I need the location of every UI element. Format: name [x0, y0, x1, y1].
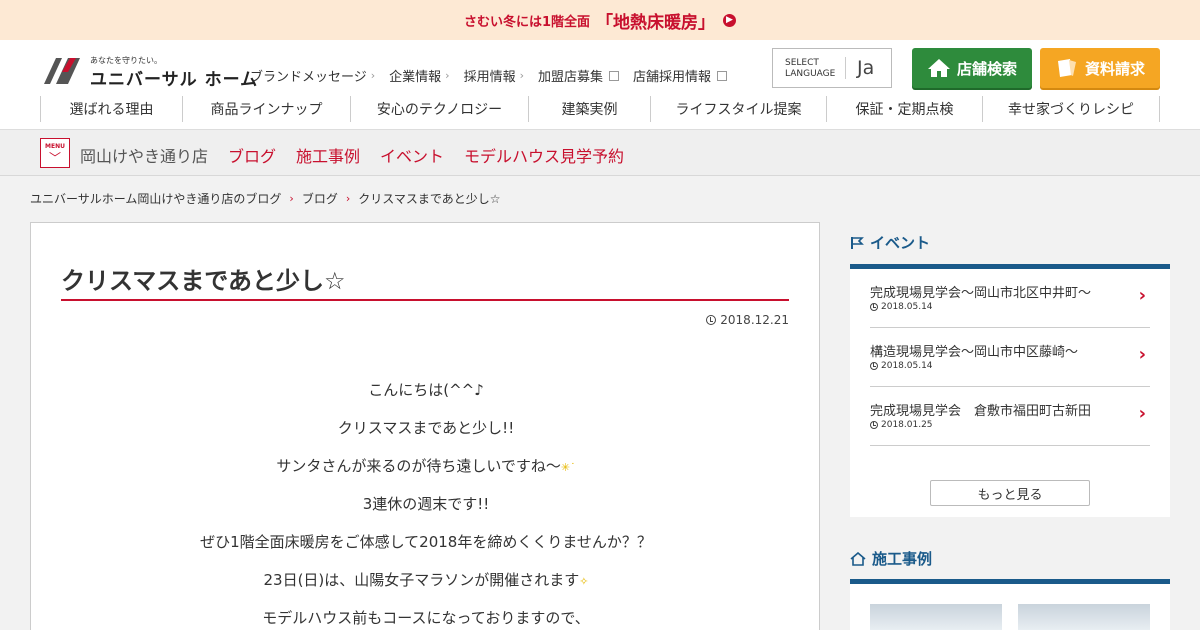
clock-icon	[870, 421, 878, 429]
store-bar: MENU ﹀ 岡山けやき通り店 ブログ 施工事例 イベント モデルハウス見学予約	[0, 130, 1200, 176]
breadcrumb: ユニバーサルホーム岡山けやき通り店のブログ › ブログ › クリスマスまであと少…	[30, 190, 501, 207]
site-header: あなたを守りたい。 ユニバーサル ホーム ブランドメッセージ › 企業情報 › 採用…	[0, 40, 1200, 130]
language-select[interactable]: SELECT LANGUAGE Ja	[772, 48, 892, 88]
works-heading: 施工事例	[850, 548, 932, 569]
mainnav-recipe[interactable]: 幸せ家づくりレシピ	[982, 96, 1160, 122]
mainnav-warranty[interactable]: 保証・定期点検	[826, 96, 982, 122]
mainnav-reasons[interactable]: 選ばれる理由	[40, 96, 182, 122]
store-link-blog[interactable]: ブログ	[228, 143, 276, 167]
article-date: 2018.12.21	[706, 313, 789, 327]
banner-prefix: さむい冬には1階全面	[463, 14, 591, 30]
store-link-works[interactable]: 施工事例	[296, 143, 360, 167]
promo-banner[interactable]: さむい冬には1階全面 「地熱床暖房」 ▶	[0, 0, 1200, 40]
sparkle-icon: ✧	[579, 575, 589, 588]
events-list: 完成現場見学会～岡山市北区中井町～ 2018.05.14 › 構造現場見学会～岡…	[850, 269, 1170, 517]
language-value: Ja	[857, 57, 875, 79]
article-line: モデルハウス前もコースになっておりますので、	[262, 609, 590, 627]
chevron-right-icon: ›	[1138, 285, 1146, 306]
utility-nav: ブランドメッセージ › 企業情報 › 採用情報 › 加盟店募集 店舗採用情報	[250, 66, 741, 85]
store-search-button[interactable]: 店舗検索	[912, 48, 1032, 88]
logo-mark-icon	[44, 58, 80, 84]
external-link-icon	[609, 70, 620, 81]
clock-icon	[870, 362, 878, 370]
chevron-right-icon: ›	[445, 69, 450, 82]
store-menu-button[interactable]: MENU ﹀	[40, 138, 70, 168]
events-heading: イベント	[850, 232, 930, 253]
article-line: クリスマスまであと少し!!	[337, 419, 515, 437]
chevron-right-icon: ›	[345, 192, 351, 205]
store-links: ブログ 施工事例 イベント モデルハウス見学予約	[228, 143, 624, 167]
chevron-right-icon: ›	[519, 69, 524, 82]
article-body: こんにちは(^^♪ クリスマスまであと少し!! サンタさんが来るのが待ち遠しいで…	[31, 379, 821, 630]
event-item[interactable]: 完成現場見学会～岡山市北区中井町～ 2018.05.14 ›	[870, 269, 1150, 328]
title-divider	[61, 299, 789, 301]
language-label: SELECT LANGUAGE	[785, 58, 836, 79]
chevron-right-icon: ›	[1138, 344, 1146, 365]
work-thumbnail[interactable]	[870, 604, 1002, 630]
house-icon	[927, 59, 950, 77]
document-icon	[1057, 59, 1076, 77]
nav-company[interactable]: 企業情報 ›	[389, 66, 449, 85]
event-item[interactable]: 完成現場見学会 倉敷市福田町古新田 2018.01.25 ›	[870, 387, 1150, 446]
breadcrumb-blog[interactable]: ブログ	[302, 190, 338, 207]
nav-recruit[interactable]: 採用情報 ›	[464, 66, 524, 85]
chevron-right-circle-icon: ▶	[723, 13, 737, 27]
clock-icon	[706, 315, 717, 325]
nav-store-recruit[interactable]: 店舗採用情報	[633, 66, 728, 85]
more-events-button[interactable]: もっと見る	[930, 480, 1090, 506]
event-item[interactable]: 構造現場見学会～岡山市中区藤崎～ 2018.05.14 ›	[870, 328, 1150, 387]
chevron-right-icon: ›	[370, 69, 376, 82]
article-line: 23日(日)は、山陽女子マラソンが開催されます✧	[263, 571, 589, 589]
article-line: ぜひ1階全面床暖房をご体感して2018年を締めくくりませんか？？	[200, 533, 652, 551]
mainnav-examples[interactable]: 建築実例	[528, 96, 650, 122]
external-link-icon	[717, 70, 728, 81]
store-name[interactable]: 岡山けやき通り店	[80, 143, 208, 167]
article-line: 3連休の週末です!!	[362, 495, 490, 513]
banner-highlight: 「地熱床暖房」	[596, 12, 716, 33]
article-line: こんにちは(^^♪	[368, 381, 484, 399]
main-nav: 選ばれる理由 商品ラインナップ 安心のテクノロジー 建築実例 ライフスタイル提案…	[40, 96, 1160, 122]
nav-franchise[interactable]: 加盟店募集	[538, 66, 620, 85]
request-docs-button[interactable]: 資料請求	[1040, 48, 1160, 88]
store-link-model-house[interactable]: モデルハウス見学予約	[464, 143, 624, 167]
flag-icon	[851, 236, 864, 249]
sparkle-icon: ✳︎˙	[560, 461, 576, 474]
logo-name: ユニバーサル ホーム	[90, 70, 259, 90]
store-link-events[interactable]: イベント	[380, 143, 444, 167]
house-outline-icon	[850, 551, 866, 566]
breadcrumb-current: クリスマスまであと少し☆	[358, 192, 501, 206]
nav-brand-message[interactable]: ブランドメッセージ ›	[250, 66, 375, 85]
breadcrumb-store-blog[interactable]: ユニバーサルホーム岡山けやき通り店のブログ	[30, 190, 281, 207]
language-divider	[845, 57, 846, 79]
work-thumbnail[interactable]	[1018, 604, 1150, 630]
chevron-down-icon: ﹀	[48, 151, 61, 165]
article-line: サンタさんが来るのが待ち遠しいですね～✳︎˙	[276, 457, 576, 475]
chevron-right-icon: ›	[289, 192, 294, 205]
mainnav-lineup[interactable]: 商品ラインナップ	[182, 96, 350, 122]
clock-icon	[870, 303, 878, 311]
mainnav-lifestyle[interactable]: ライフスタイル提案	[650, 96, 826, 122]
chevron-right-icon: ›	[1138, 403, 1146, 424]
blog-article: クリスマスまであと少し☆ 2018.12.21 こんにちは(^^♪ クリスマスま…	[30, 222, 820, 630]
site-logo[interactable]: あなたを守りたい。 ユニバーサル ホーム	[40, 54, 257, 90]
mainnav-technology[interactable]: 安心のテクノロジー	[350, 96, 528, 122]
article-title: クリスマスまであと少し☆	[61, 267, 346, 295]
